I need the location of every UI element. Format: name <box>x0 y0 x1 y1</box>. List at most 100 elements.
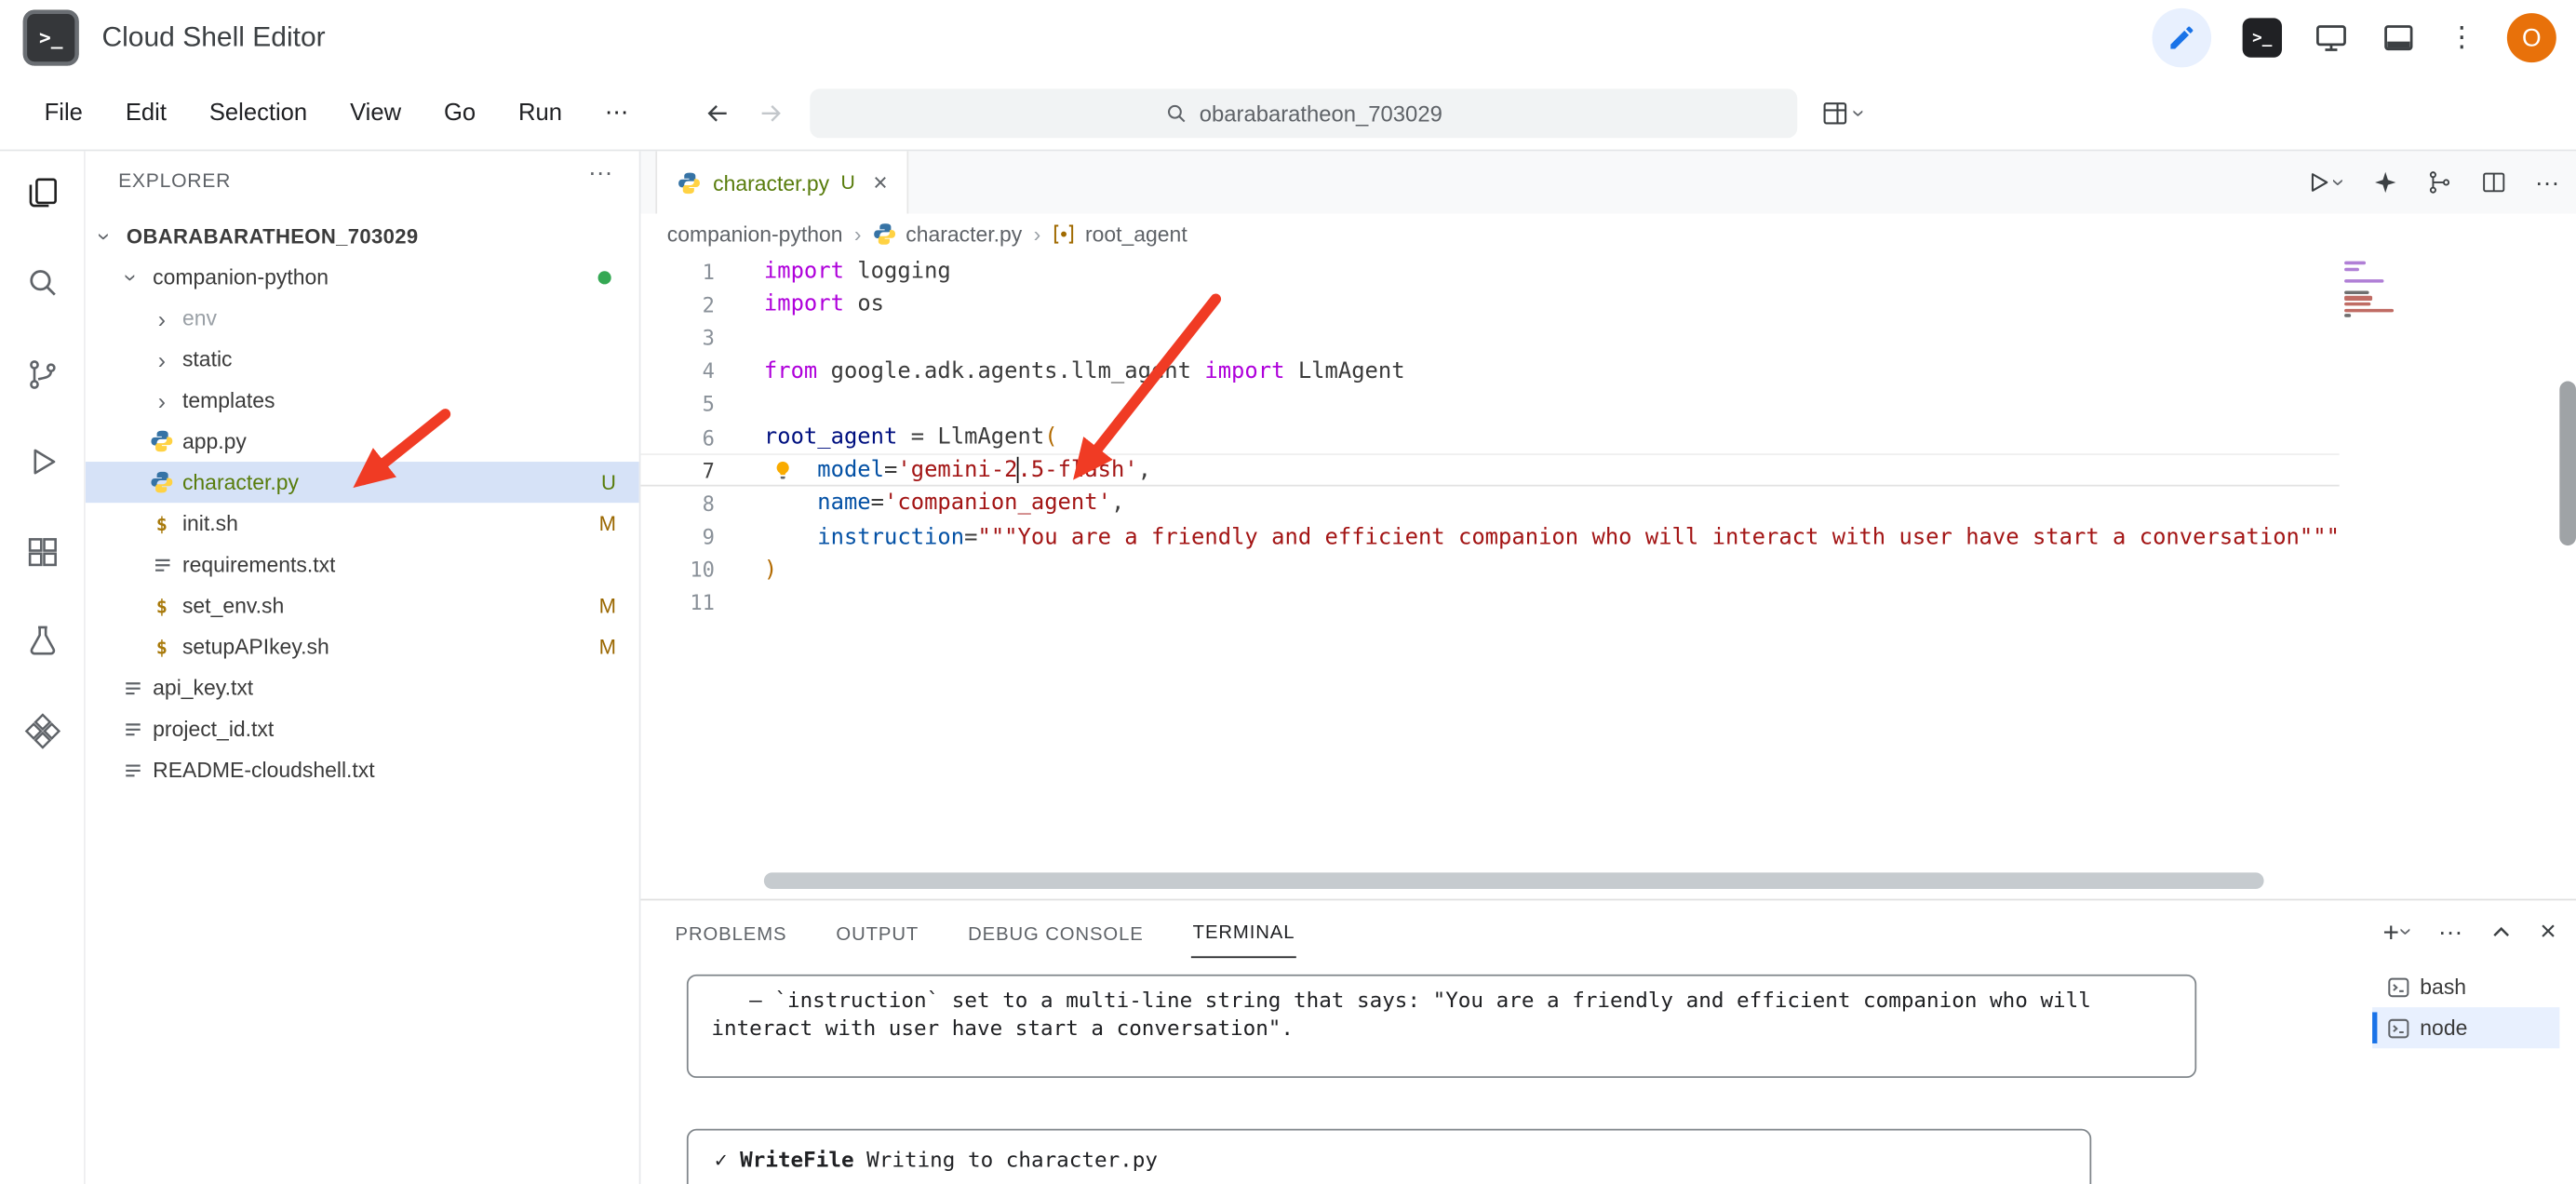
breadcrumb-item-companion-python[interactable]: companion-python <box>667 222 843 246</box>
explorer-activity-icon[interactable] <box>24 174 60 210</box>
tree-item-character-py[interactable]: character.py U <box>86 462 639 503</box>
line-number: 3 <box>640 325 714 349</box>
tree-item-requirements-txt[interactable]: requirements.txt <box>86 544 639 585</box>
git-status-badge: U <box>601 471 616 494</box>
code-line-9[interactable]: 9 instruction="""You are a friendly and … <box>640 520 2339 554</box>
menu-view[interactable]: View <box>329 100 423 126</box>
editor-tab-bar: character.py U × › ··· <box>640 151 2576 213</box>
tree-item-project-id-txt[interactable]: project_id.txt <box>86 708 639 749</box>
tree-item-set-env-sh[interactable]: $set_env.shM <box>86 585 639 626</box>
code-line-1[interactable]: 1import logging <box>640 255 2339 289</box>
navigate-back-icon[interactable] <box>704 98 733 128</box>
line-number: 10 <box>640 558 714 582</box>
command-center-search[interactable]: obarabaratheon_703029 <box>810 88 1797 138</box>
code-line-5[interactable]: 5 <box>640 387 2339 421</box>
cloud-code-activity-icon[interactable] <box>24 713 60 749</box>
line-number: 5 <box>640 392 714 416</box>
breadcrumb-label: root_agent <box>1085 222 1187 246</box>
explorer-more-icon[interactable]: ··· <box>588 159 612 187</box>
minimap-mark <box>2344 279 2383 283</box>
vertical-scrollbar[interactable] <box>2559 382 2576 546</box>
code-line-11[interactable]: 11 <box>640 586 2339 620</box>
shell-file-icon: $ <box>148 512 176 535</box>
code-line-10[interactable]: 10) <box>640 553 2339 586</box>
code-line-2[interactable]: 2import os <box>640 288 2339 321</box>
editor-content[interactable]: 1import logging2import os 3 4from google.a… <box>640 255 2339 899</box>
line-number: 11 <box>640 591 714 615</box>
more-options-icon[interactable]: ⋮ <box>2448 21 2475 54</box>
minimap[interactable] <box>2340 255 2399 899</box>
minimap-mark <box>2344 262 2366 265</box>
menu-run[interactable]: Run <box>497 100 584 126</box>
tree-item-readme-cloudshell-txt[interactable]: README-cloudshell.txt <box>86 749 639 790</box>
tree-item-static[interactable]: ›static <box>86 339 639 380</box>
code-line-8[interactable]: 8 name='companion_agent', <box>640 487 2339 520</box>
tree-item-env[interactable]: ›env <box>86 298 639 339</box>
line-number: 7 <box>640 458 714 482</box>
tab-character-py[interactable]: character.py U × <box>655 151 908 213</box>
menu-selection[interactable]: Selection <box>188 100 329 126</box>
breadcrumb-item-character-py[interactable]: character.py <box>873 222 1022 246</box>
editor-layout-dropdown[interactable]: › <box>1820 88 1864 138</box>
open-terminal-button[interactable]: >_ <box>2243 18 2282 57</box>
close-panel-icon[interactable]: × <box>2540 915 2556 948</box>
chevron-down-icon: › <box>1849 110 1872 117</box>
web-preview-icon[interactable] <box>2314 20 2350 56</box>
code-line-6[interactable]: 6root_agent = LlmAgent( <box>640 421 2339 454</box>
chevron-icon: › <box>158 347 166 370</box>
toggle-panel-icon[interactable] <box>2381 20 2417 56</box>
new-terminal-button[interactable]: +› <box>2382 918 2411 946</box>
code-line-4[interactable]: 4from google.adk.agents.llm_agent import… <box>640 355 2339 388</box>
terminal-tab-bash[interactable]: bash <box>2372 966 2559 1007</box>
panel-tab-output[interactable]: OUTPUT <box>835 907 920 958</box>
menu-edit[interactable]: Edit <box>104 100 188 126</box>
git-status-badge: M <box>599 594 616 617</box>
navigate-forward-icon[interactable] <box>756 98 785 128</box>
tree-item-label: README-cloudshell.txt <box>153 758 375 782</box>
maximize-panel-icon[interactable] <box>2489 920 2514 944</box>
tab-close-icon[interactable]: × <box>873 168 887 196</box>
menu-file[interactable]: File <box>23 100 104 126</box>
terminal-tab-node[interactable]: node <box>2372 1007 2559 1048</box>
code-line-7[interactable]: 7 model='gemini-2.5-flash', <box>640 453 2339 487</box>
split-editor-icon[interactable] <box>2481 169 2507 195</box>
tree-item-label: requirements.txt <box>182 552 336 576</box>
tree-item-setupapikey-sh[interactable]: $setupAPIkey.shM <box>86 626 639 667</box>
search-activity-icon[interactable] <box>24 264 60 301</box>
tree-item-label: init.sh <box>182 511 238 535</box>
extensions-activity-icon[interactable] <box>24 534 60 571</box>
panel-more-icon[interactable]: ··· <box>2438 918 2462 946</box>
account-avatar[interactable]: O <box>2507 13 2556 62</box>
testing-activity-icon[interactable] <box>24 623 60 659</box>
editor-layout-icon <box>1820 99 1850 128</box>
code-text: import logging <box>715 258 951 284</box>
lightbulb-icon[interactable] <box>771 459 795 483</box>
breadcrumb-label: companion-python <box>667 222 843 246</box>
tree-item-obarabaratheon-703029[interactable]: ›OBARABARATHEON_703029 <box>86 215 639 256</box>
tree-item-companion-python[interactable]: ›companion-python <box>86 256 639 297</box>
tree-item-label: character.py <box>182 470 299 494</box>
run-python-file-button[interactable]: › <box>2305 169 2344 195</box>
chevron-down-icon: › <box>2329 179 2353 186</box>
panel-tab-debug-console[interactable]: DEBUG CONSOLE <box>966 907 1145 958</box>
gemini-sparkle-icon[interactable] <box>2372 169 2398 195</box>
minimap-mark <box>2344 315 2351 318</box>
tree-item-templates[interactable]: ›templates <box>86 380 639 421</box>
editor-more-actions-icon[interactable]: ··· <box>2535 168 2559 196</box>
run-debug-activity-icon[interactable] <box>24 444 60 480</box>
text-file-icon <box>118 718 146 741</box>
breadcrumb-item-root-agent[interactable]: root_agent <box>1053 222 1187 246</box>
code-line-3[interactable]: 3 <box>640 321 2339 355</box>
menu-more[interactable]: ⋯ <box>584 100 650 126</box>
run-graph-icon[interactable] <box>2426 169 2452 195</box>
tree-item-init-sh[interactable]: $init.shM <box>86 503 639 544</box>
folder-chevron-icon: › <box>148 347 176 370</box>
shell-file-icon: $ <box>148 594 176 617</box>
panel-tab-problems[interactable]: PROBLEMS <box>674 907 788 958</box>
panel-tab-terminal[interactable]: TERMINAL <box>1191 906 1296 958</box>
tree-item-api-key-txt[interactable]: api_key.txt <box>86 667 639 708</box>
horizontal-scrollbar[interactable] <box>764 872 2264 889</box>
menu-go[interactable]: Go <box>423 100 497 126</box>
edit-mode-button[interactable] <box>2153 8 2212 68</box>
tree-item-app-py[interactable]: app.py <box>86 421 639 462</box>
